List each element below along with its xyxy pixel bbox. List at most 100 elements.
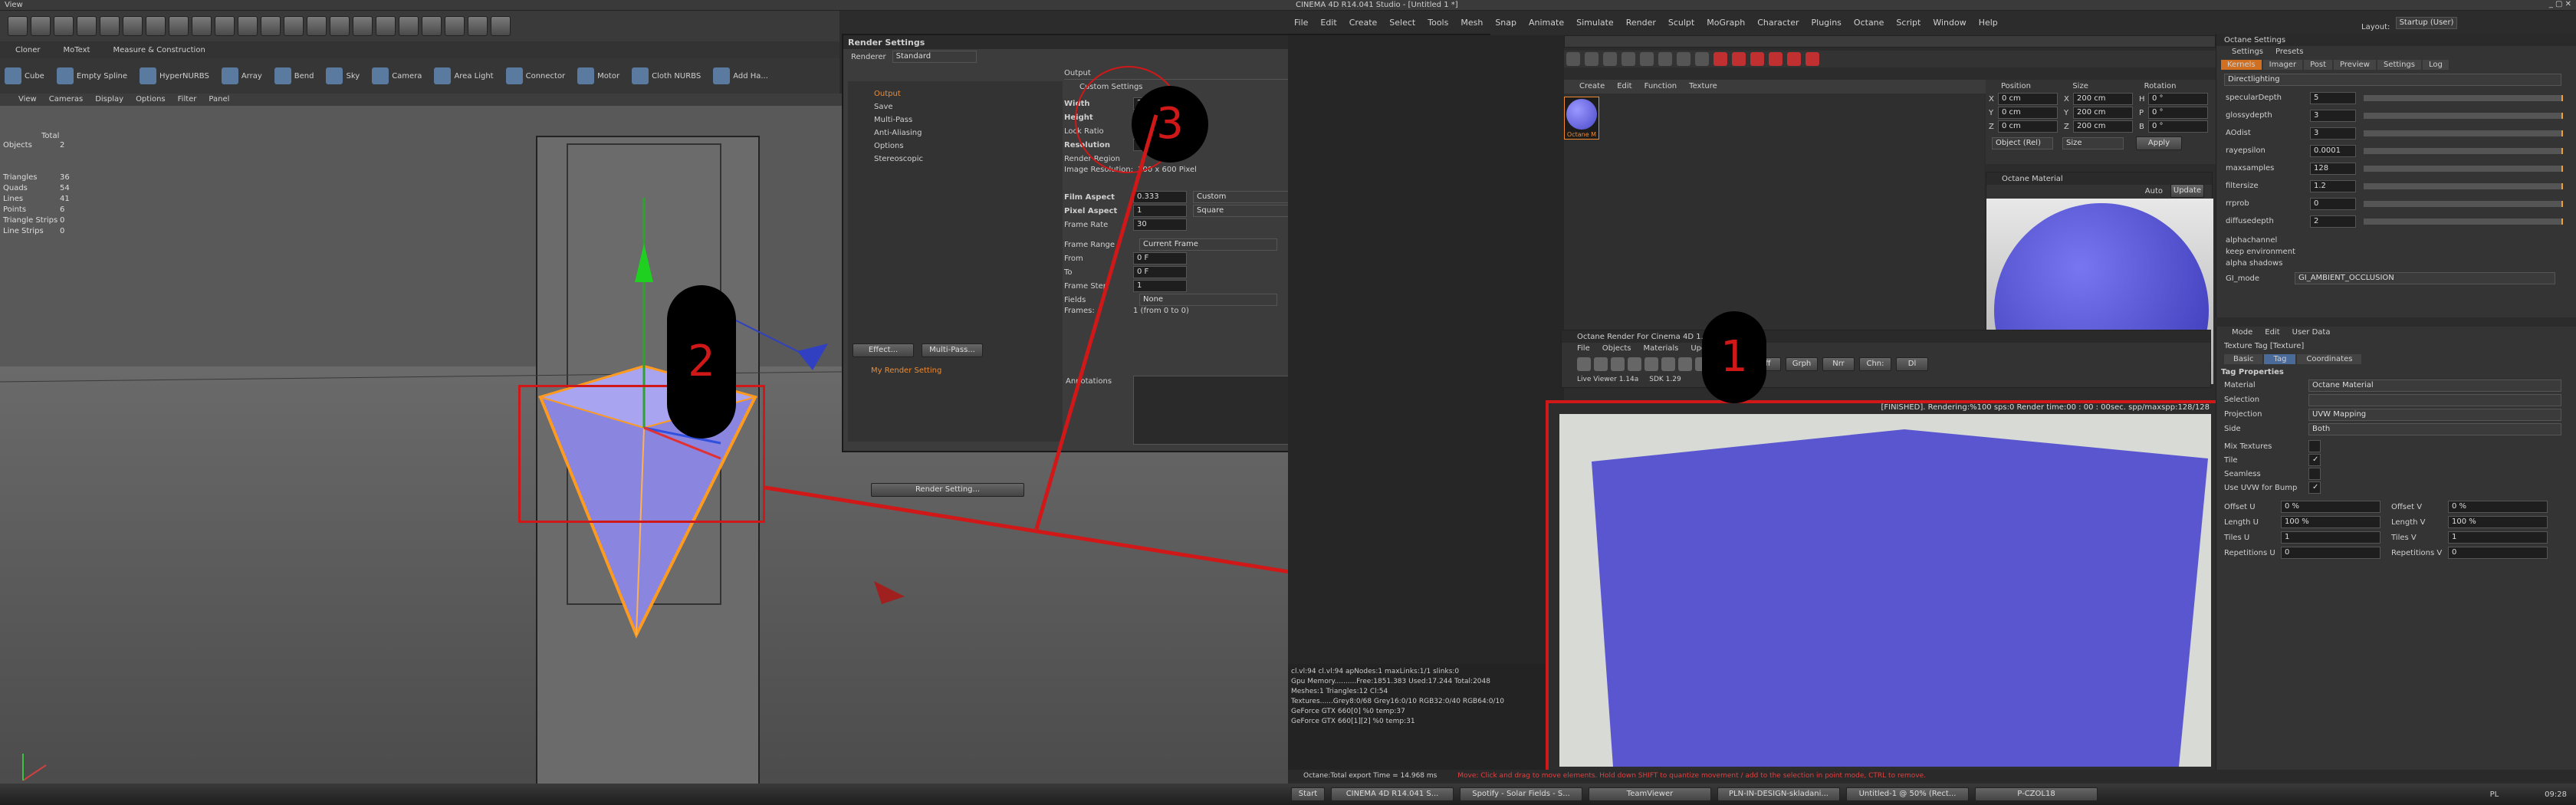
viewport-menu-item[interactable]: Filter [178, 95, 197, 104]
coord-size-dropdown[interactable]: Size [2062, 137, 2124, 150]
renderer-dropdown[interactable]: Standard [892, 51, 977, 63]
taskbar-item[interactable]: PLN-IN-DESIGN-skladani... [1717, 787, 1840, 801]
kernel-dropdown[interactable]: Directlighting [2224, 74, 2561, 86]
toolbar-tool-icon[interactable] [169, 16, 189, 36]
viewport-menu-item[interactable]: View [18, 95, 37, 104]
kernel-param-slider[interactable] [2364, 130, 2563, 136]
octane-checkbox[interactable]: alphachannel [2226, 235, 2576, 246]
playback-icon[interactable] [1677, 52, 1691, 66]
menu-item[interactable]: Animate [1529, 18, 1564, 28]
output-field-input[interactable]: 1 [1133, 205, 1187, 217]
octane-checkbox[interactable]: keep environment [2226, 246, 2576, 258]
auto-checkbox[interactable]: Auto [2145, 187, 2163, 196]
playback-icon[interactable] [1806, 52, 1819, 66]
playback-icon[interactable] [1603, 52, 1617, 66]
kernel-param-input[interactable]: 1.2 [2310, 179, 2356, 192]
octane-settings-menu-item[interactable]: Settings [2232, 48, 2263, 56]
playback-icon[interactable] [1714, 52, 1727, 66]
tag-checkbox[interactable] [2308, 440, 2321, 452]
render-tool-icon[interactable] [1661, 357, 1675, 371]
kernel-param-input[interactable]: 5 [2310, 91, 2356, 104]
tag-prop-value[interactable]: Octane Material [2308, 379, 2561, 392]
object-button[interactable]: Sky [326, 67, 360, 84]
material-menu-item[interactable]: Create [1579, 82, 1605, 90]
octane-checkbox[interactable]: alpha shadows [2226, 258, 2576, 269]
tag-checkbox[interactable]: ✓ [2308, 454, 2321, 466]
taskbar-item[interactable]: Spotify - Solar Fields - S... [1460, 787, 1582, 801]
coord-input[interactable]: 0 cm [1998, 120, 2058, 133]
menu-item[interactable]: Mesh [1460, 18, 1483, 28]
menu-item[interactable]: Snap [1495, 18, 1516, 28]
tag-checkbox[interactable] [2308, 468, 2321, 480]
render-tree-item[interactable]: Save [874, 100, 1063, 113]
kernel-param-input[interactable]: 128 [2310, 162, 2356, 175]
viewport-menu-item[interactable]: Panel [209, 95, 229, 104]
attributes-tab[interactable]: Coordinates [2297, 353, 2362, 364]
uv-input[interactable]: 100 % [2281, 516, 2380, 528]
render-toolbar-value[interactable]: Chn: [1859, 357, 1891, 371]
uv-input[interactable]: 100 % [2448, 516, 2548, 528]
menu-item[interactable]: File [1294, 18, 1308, 28]
kernel-param-input[interactable]: 2 [2310, 215, 2356, 228]
kernel-param-input[interactable]: 3 [2310, 109, 2356, 122]
playback-icon[interactable] [1787, 52, 1801, 66]
render-tool-icon[interactable] [1678, 357, 1692, 371]
attributes-menu-item[interactable]: User Data [2292, 328, 2331, 337]
uv-input[interactable]: 0 % [2448, 501, 2548, 513]
object-button[interactable]: Cube [5, 67, 44, 84]
attributes-menu-item[interactable]: Mode [2232, 328, 2252, 337]
coord-input[interactable]: 200 cm [2073, 107, 2133, 119]
layout-dropdown[interactable]: Startup (User) [2395, 17, 2457, 29]
toolbar-tool-icon[interactable] [284, 16, 304, 36]
object-button[interactable]: Motor [577, 67, 619, 84]
render-toolbar-value[interactable]: Grph [1786, 357, 1818, 371]
output-field-input[interactable]: 0 F [1133, 266, 1187, 278]
toolbar-tool-icon[interactable] [77, 16, 97, 36]
octane-settings-tab[interactable]: Post [2304, 59, 2333, 70]
tag-prop-value[interactable] [2308, 393, 2561, 406]
taskbar-item[interactable]: CINEMA 4D R14.041 S... [1331, 787, 1454, 801]
language-indicator[interactable]: PL [2490, 790, 2499, 799]
palette-item[interactable]: Measure & Construction [102, 46, 205, 54]
object-button[interactable]: Array [221, 67, 262, 84]
playback-icon[interactable] [1732, 52, 1746, 66]
octane-render-menu-item[interactable]: Materials [1644, 344, 1679, 353]
menu-item[interactable]: Octane [1854, 18, 1884, 28]
toolbar-tool-icon[interactable] [215, 16, 235, 36]
kernel-param-input[interactable]: 0 [2310, 197, 2356, 210]
material-thumb[interactable]: Octane M [1564, 97, 1599, 140]
tag-prop-value[interactable]: UVW Mapping [2308, 408, 2561, 421]
taskbar-item[interactable]: Untitled-1 @ 50% (Rect... [1846, 787, 1969, 801]
palette-item[interactable]: MoText [52, 46, 90, 54]
render-toolbar-value[interactable]: Dl [1896, 357, 1928, 371]
octane-render-menu-item[interactable]: File [1577, 344, 1590, 353]
toolbar-tool-icon[interactable] [54, 16, 74, 36]
coord-input[interactable]: 200 cm [2073, 93, 2133, 105]
render-tool-icon[interactable] [1594, 357, 1608, 371]
menu-item[interactable]: Sculpt [1668, 18, 1694, 28]
toolbar-tool-icon[interactable] [146, 16, 166, 36]
layout-selector[interactable]: Layout: Startup (User) [2361, 17, 2457, 31]
menu-item[interactable]: MoGraph [1707, 18, 1745, 28]
kernel-param-slider[interactable] [2364, 165, 2563, 172]
toolbar-tool-icon[interactable] [100, 16, 120, 36]
kernel-param-input[interactable]: 0.0001 [2310, 144, 2356, 157]
octane-settings-tab[interactable]: Log [2422, 59, 2449, 70]
toolbar-tool-icon[interactable] [307, 16, 327, 36]
tag-checkbox[interactable]: ✓ [2308, 481, 2321, 494]
output-mode-dropdown[interactable]: None [1139, 294, 1277, 306]
playback-icon[interactable] [1566, 52, 1580, 66]
coord-input[interactable]: 200 cm [2073, 120, 2133, 133]
object-button[interactable]: Connector [505, 67, 565, 84]
toolbar-tool-icon[interactable] [491, 16, 511, 36]
my-render-setting[interactable]: My Render Setting [871, 366, 941, 375]
toolbar-tool-icon[interactable] [31, 16, 51, 36]
coord-input[interactable]: 0 cm [1998, 107, 2058, 119]
menu-item[interactable]: Script [1896, 18, 1921, 28]
toolbar-tool-icon[interactable] [8, 16, 28, 36]
uv-input[interactable]: 0 [2448, 547, 2548, 559]
coord-input[interactable]: 0 ° [2148, 93, 2208, 105]
render-tree-item[interactable]: Options [874, 140, 1063, 153]
attributes-menu-item[interactable]: Edit [2265, 328, 2279, 337]
palette-item[interactable]: Cloner [5, 46, 40, 54]
